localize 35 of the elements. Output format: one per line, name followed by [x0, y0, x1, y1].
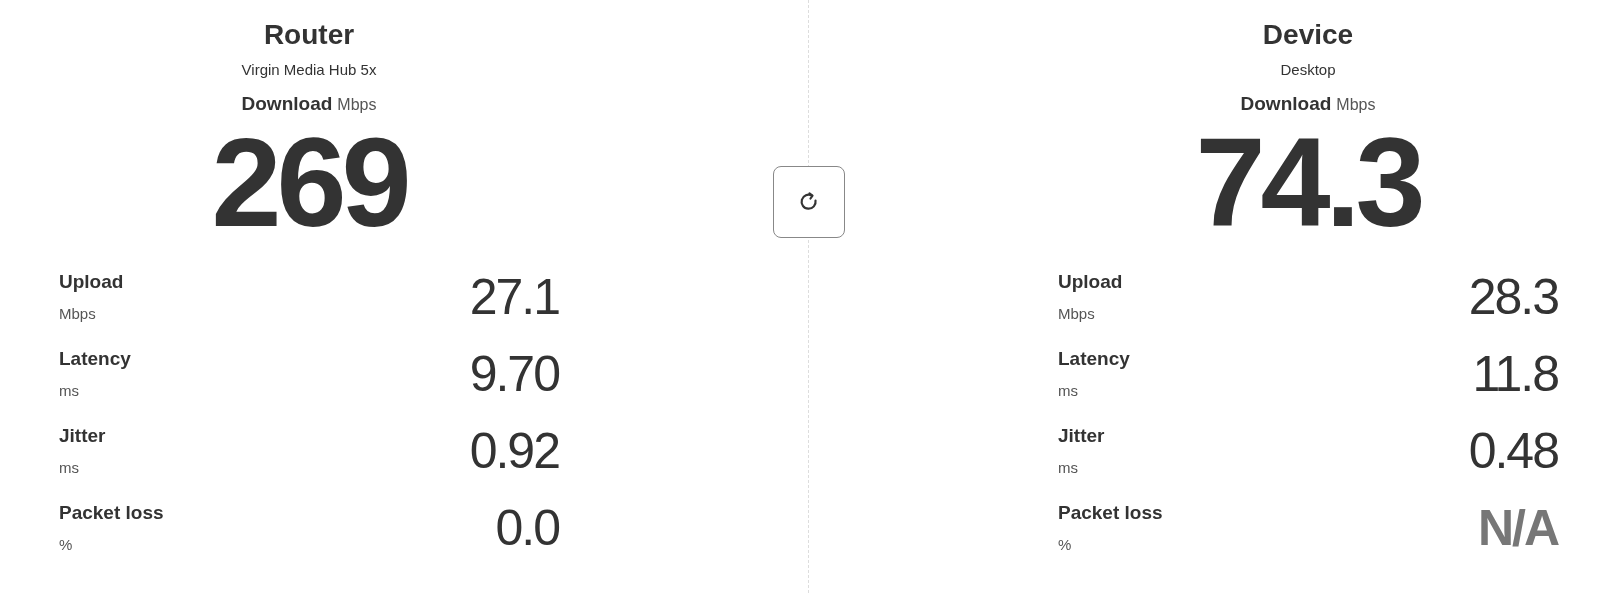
download-value: 269	[211, 118, 407, 248]
panel-subtitle: Desktop	[1280, 60, 1336, 80]
metric-unit: ms	[59, 459, 80, 476]
download-unit: Mbps	[1336, 96, 1376, 114]
metric-value: 28.3	[1468, 267, 1558, 326]
panel-subtitle: Virgin Media Hub 5x	[241, 60, 377, 80]
download-label: Download	[1240, 93, 1332, 115]
metric-unit: ms	[1058, 459, 1079, 476]
metric-unit: Mbps	[1058, 305, 1096, 322]
panel-title: Device	[1262, 18, 1354, 52]
metric-unit: %	[59, 536, 74, 553]
metric-value: 11.8	[1472, 344, 1558, 403]
metric-label: Latency	[59, 348, 131, 370]
metric-label: Jitter	[59, 425, 106, 447]
download-value: 74.3	[1195, 118, 1421, 248]
metric-label: Upload	[1058, 271, 1123, 293]
download-label: Download	[241, 93, 333, 115]
metric-unit: ms	[59, 382, 80, 399]
metric-value: N/A	[1477, 498, 1558, 557]
metric-value: 0.92	[469, 421, 559, 480]
metric-unit: Mbps	[59, 305, 97, 322]
metric-label: Jitter	[1058, 425, 1105, 447]
metric-unit: ms	[1058, 382, 1079, 399]
refresh-button[interactable]	[772, 166, 845, 238]
metric-label: Latency	[1058, 348, 1130, 370]
metric-value: 9.70	[469, 344, 559, 403]
metric-value: 27.1	[469, 267, 559, 326]
panel-title: Router	[263, 18, 355, 52]
metric-label: Packet loss	[59, 502, 164, 524]
metric-value: 0.0	[495, 498, 559, 557]
metric-label: Packet loss	[1058, 502, 1163, 524]
metric-value: 0.48	[1468, 421, 1558, 480]
metric-label: Upload	[59, 271, 124, 293]
download-unit: Mbps	[337, 96, 377, 114]
metric-unit: %	[1058, 536, 1073, 553]
